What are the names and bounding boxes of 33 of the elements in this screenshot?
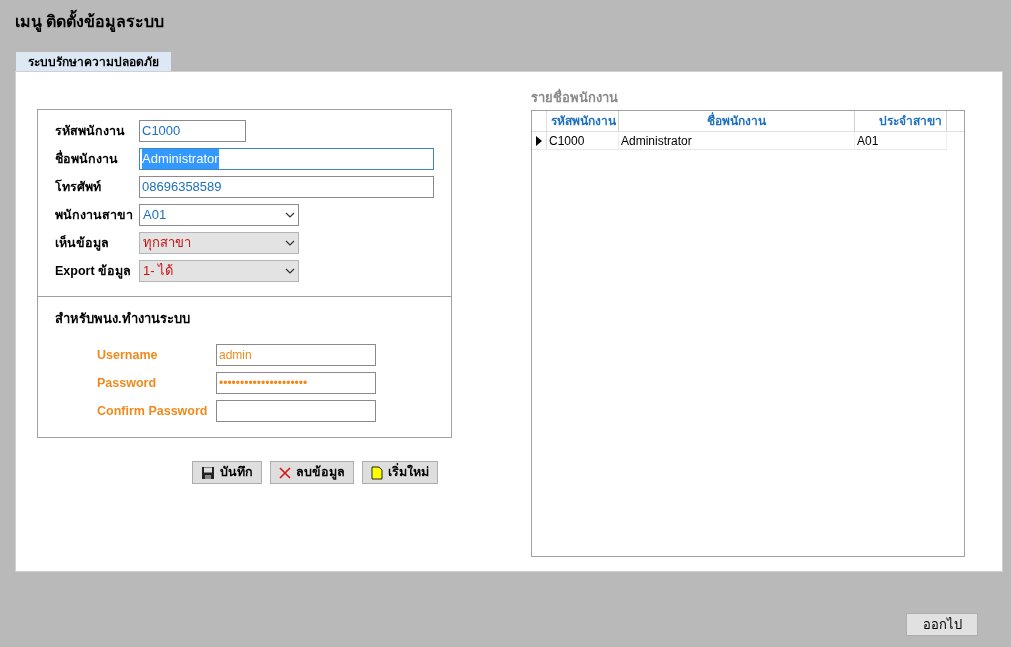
text-field[interactable]: 08696358589	[139, 176, 434, 198]
document-icon	[371, 465, 383, 480]
field-label: Username	[97, 346, 159, 364]
list-title: รายชื่อพนักงาน	[531, 88, 619, 107]
column-header[interactable]: ประจำสาขา	[855, 111, 947, 131]
chevron-down-icon	[285, 268, 295, 274]
close-icon	[279, 466, 291, 479]
text-field[interactable]: Administrator	[139, 148, 434, 170]
table-cell: Administrator	[619, 132, 855, 149]
field-label: พนักงานสาขา	[55, 206, 134, 224]
column-header[interactable]: ชื่อพนักงาน	[619, 111, 855, 131]
text-field[interactable]	[216, 400, 376, 422]
field-label: โทรศัพท์	[55, 178, 102, 196]
table-cell: A01	[855, 132, 947, 149]
toolbar-button[interactable]: บันทึก	[192, 461, 262, 484]
field-label: เห็นข้อมูล	[55, 234, 110, 253]
field-label: Password	[97, 374, 158, 392]
table-cell: C1000	[547, 132, 619, 149]
column-header[interactable]: รหัสพนักงาน	[547, 111, 619, 131]
chevron-down-icon	[285, 240, 295, 246]
section-title: สำหรับพนง.ทำงานระบบ	[55, 310, 191, 328]
window-title: เมนู ติดตั้งข้อมูลระบบ	[15, 10, 1011, 34]
field-label: Export ข้อมูล	[55, 262, 133, 281]
toolbar-button[interactable]: เริ่มใหม่	[362, 461, 438, 484]
tab[interactable]: ระบบรักษาความปลอดภัย	[16, 52, 171, 71]
exit-button[interactable]: ออกไป	[906, 613, 978, 636]
toolbar-button[interactable]: ลบข้อมูล	[270, 461, 354, 484]
text-field[interactable]: C1000	[139, 120, 246, 142]
field-label: Confirm Password	[97, 402, 209, 420]
dropdown[interactable]: A01	[139, 204, 299, 226]
chevron-down-icon	[285, 212, 295, 218]
field-label: รหัสพนักงาน	[55, 122, 126, 140]
field-label: ชื่อพนักงาน	[55, 149, 119, 168]
